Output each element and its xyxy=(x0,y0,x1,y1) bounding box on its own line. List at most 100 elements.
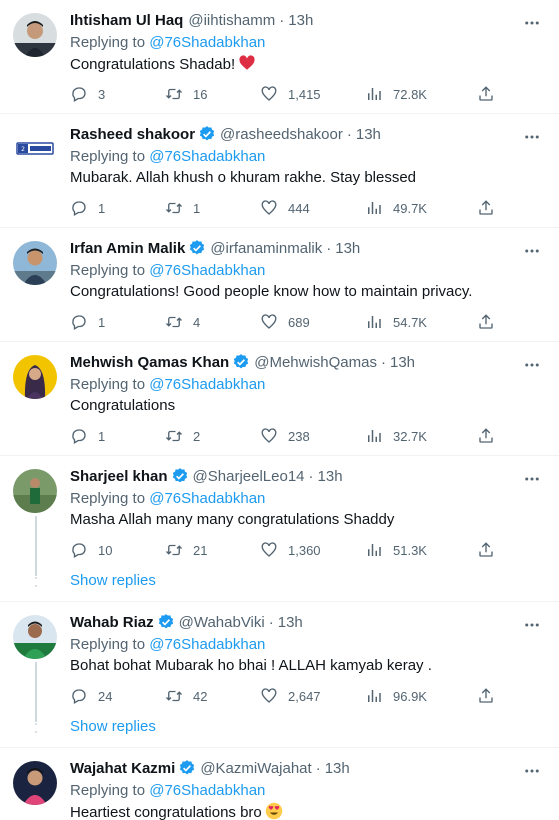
timestamp[interactable]: 13h xyxy=(318,468,343,485)
avatar[interactable] xyxy=(13,13,57,57)
more-options-icon[interactable] xyxy=(523,616,541,634)
author-name[interactable]: Wahab Riaz xyxy=(70,614,154,631)
like-button[interactable]: 1,415 xyxy=(260,85,365,103)
mention-link[interactable]: @76Shadabkhan xyxy=(149,262,265,279)
views-button[interactable]: 51.3K xyxy=(365,541,477,559)
author-name[interactable]: Ihtisham Ul Haq xyxy=(70,12,183,29)
replying-to-label: Replying to xyxy=(70,490,146,507)
avatar[interactable] xyxy=(13,241,57,285)
mention-link[interactable]: @76Shadabkhan xyxy=(149,782,265,799)
more-options-icon[interactable] xyxy=(523,128,541,146)
mention-link[interactable]: @76Shadabkhan xyxy=(149,376,265,393)
like-count: 1,415 xyxy=(288,86,321,102)
avatar[interactable] xyxy=(13,761,57,805)
more-options-icon[interactable] xyxy=(523,14,541,32)
mention-link[interactable]: @76Shadabkhan xyxy=(149,636,265,653)
tweet[interactable]: Ihtisham Ul Haq @iihtishamm · 13h Replyi… xyxy=(0,0,559,114)
timestamp[interactable]: 13h xyxy=(288,12,313,29)
author-name[interactable]: Mehwish Qamas Khan xyxy=(70,354,229,371)
views-button[interactable]: 32.7K xyxy=(365,427,477,445)
like-count: 2,647 xyxy=(288,688,321,704)
reply-button[interactable]: 1 xyxy=(70,199,165,217)
author-handle[interactable]: @SharjeelLeo14 xyxy=(193,468,305,485)
show-replies-link[interactable]: Show replies xyxy=(70,718,156,735)
share-button[interactable] xyxy=(477,427,505,445)
share-button[interactable] xyxy=(477,313,505,331)
share-button[interactable] xyxy=(477,541,505,559)
views-button[interactable]: 49.7K xyxy=(365,199,477,217)
author-handle[interactable]: @iihtishamm xyxy=(188,12,275,29)
retweet-button[interactable]: 1 xyxy=(165,199,260,217)
author-handle[interactable]: @KazmiWajahat xyxy=(200,760,311,777)
like-button[interactable]: 2,647 xyxy=(260,687,365,705)
retweet-button[interactable]: 16 xyxy=(165,85,260,103)
tweet[interactable]: Irfan Amin Malik @irfanaminmalik · 13h R… xyxy=(0,228,559,342)
share-icon xyxy=(479,86,493,101)
timestamp[interactable]: 13h xyxy=(335,240,360,257)
like-button[interactable]: 238 xyxy=(260,427,365,445)
reply-button[interactable]: 3 xyxy=(70,85,165,103)
share-button[interactable] xyxy=(477,687,505,705)
reply-button[interactable]: 24 xyxy=(70,687,165,705)
reply-button[interactable]: 1 xyxy=(70,313,165,331)
author-name[interactable]: Sharjeel khan xyxy=(70,468,168,485)
replying-to: Replying to @76Shadabkhan xyxy=(70,635,543,655)
views-chart-icon xyxy=(368,202,381,214)
author-name[interactable]: Irfan Amin Malik xyxy=(70,240,185,257)
avatar[interactable] xyxy=(13,469,57,513)
retweet-button[interactable]: 2 xyxy=(165,427,260,445)
retweet-button[interactable]: 21 xyxy=(165,541,260,559)
separator-dot: · xyxy=(268,613,274,631)
views-button[interactable]: 72.8K xyxy=(365,85,477,103)
like-count: 1,360 xyxy=(288,542,321,558)
reply-button[interactable]: 10 xyxy=(70,541,165,559)
show-replies-row[interactable]: Show replies xyxy=(0,560,559,604)
share-button[interactable] xyxy=(477,85,505,103)
mention-link[interactable]: @76Shadabkhan xyxy=(149,490,265,507)
heart-icon xyxy=(261,200,277,215)
avatar[interactable]: 2 xyxy=(13,127,57,171)
tweet[interactable]: 2 Rasheed shakoor @rasheedshakoor · 13h … xyxy=(0,114,559,228)
timestamp[interactable]: 13h xyxy=(390,354,415,371)
tweet[interactable]: Wajahat Kazmi @KazmiWajahat · 13h Replyi… xyxy=(0,748,559,820)
author-name[interactable]: Wajahat Kazmi xyxy=(70,760,175,777)
replying-to: Replying to @76Shadabkhan xyxy=(70,489,543,509)
more-options-icon[interactable] xyxy=(523,762,541,780)
views-button[interactable]: 54.7K xyxy=(365,313,477,331)
timestamp[interactable]: 13h xyxy=(278,614,303,631)
show-replies-row[interactable]: Show replies xyxy=(0,706,559,750)
author-name[interactable]: Rasheed shakoor xyxy=(70,126,195,143)
views-chart-icon xyxy=(368,430,381,442)
like-button[interactable]: 444 xyxy=(260,199,365,217)
retweet-button[interactable]: 42 xyxy=(165,687,260,705)
share-button[interactable] xyxy=(477,199,505,217)
retweet-icon xyxy=(166,202,182,214)
mention-link[interactable]: @76Shadabkhan xyxy=(149,148,265,165)
tweet[interactable]: Sharjeel khan @SharjeelLeo14 · 13h Reply… xyxy=(0,456,559,602)
timestamp[interactable]: 13h xyxy=(356,126,381,143)
reply-button[interactable]: 1 xyxy=(70,427,165,445)
more-options-icon[interactable] xyxy=(523,242,541,260)
author-handle[interactable]: @rasheedshakoor xyxy=(220,126,343,143)
show-replies-link[interactable]: Show replies xyxy=(70,572,156,589)
replying-to-label: Replying to xyxy=(70,782,146,799)
avatar[interactable] xyxy=(13,355,57,399)
tweet[interactable]: Wahab Riaz @WahabViki · 13h Replying to … xyxy=(0,602,559,748)
mention-link[interactable]: @76Shadabkhan xyxy=(149,34,265,51)
views-button[interactable]: 96.9K xyxy=(365,687,477,705)
reply-icon xyxy=(72,315,86,330)
retweet-icon xyxy=(166,430,182,442)
more-options-icon[interactable] xyxy=(523,356,541,374)
author-handle[interactable]: @MehwishQamas xyxy=(254,354,377,371)
tweet[interactable]: Mehwish Qamas Khan @MehwishQamas · 13h R… xyxy=(0,342,559,456)
author-handle[interactable]: @WahabViki xyxy=(179,614,265,631)
reply-count: 1 xyxy=(98,428,106,444)
like-button[interactable]: 689 xyxy=(260,313,365,331)
timestamp[interactable]: 13h xyxy=(325,760,350,777)
author-handle[interactable]: @irfanaminmalik xyxy=(210,240,322,257)
like-button[interactable]: 1,360 xyxy=(260,541,365,559)
thread-dots-icon xyxy=(35,569,37,587)
avatar[interactable] xyxy=(13,615,57,659)
more-options-icon[interactable] xyxy=(523,470,541,488)
retweet-button[interactable]: 4 xyxy=(165,313,260,331)
